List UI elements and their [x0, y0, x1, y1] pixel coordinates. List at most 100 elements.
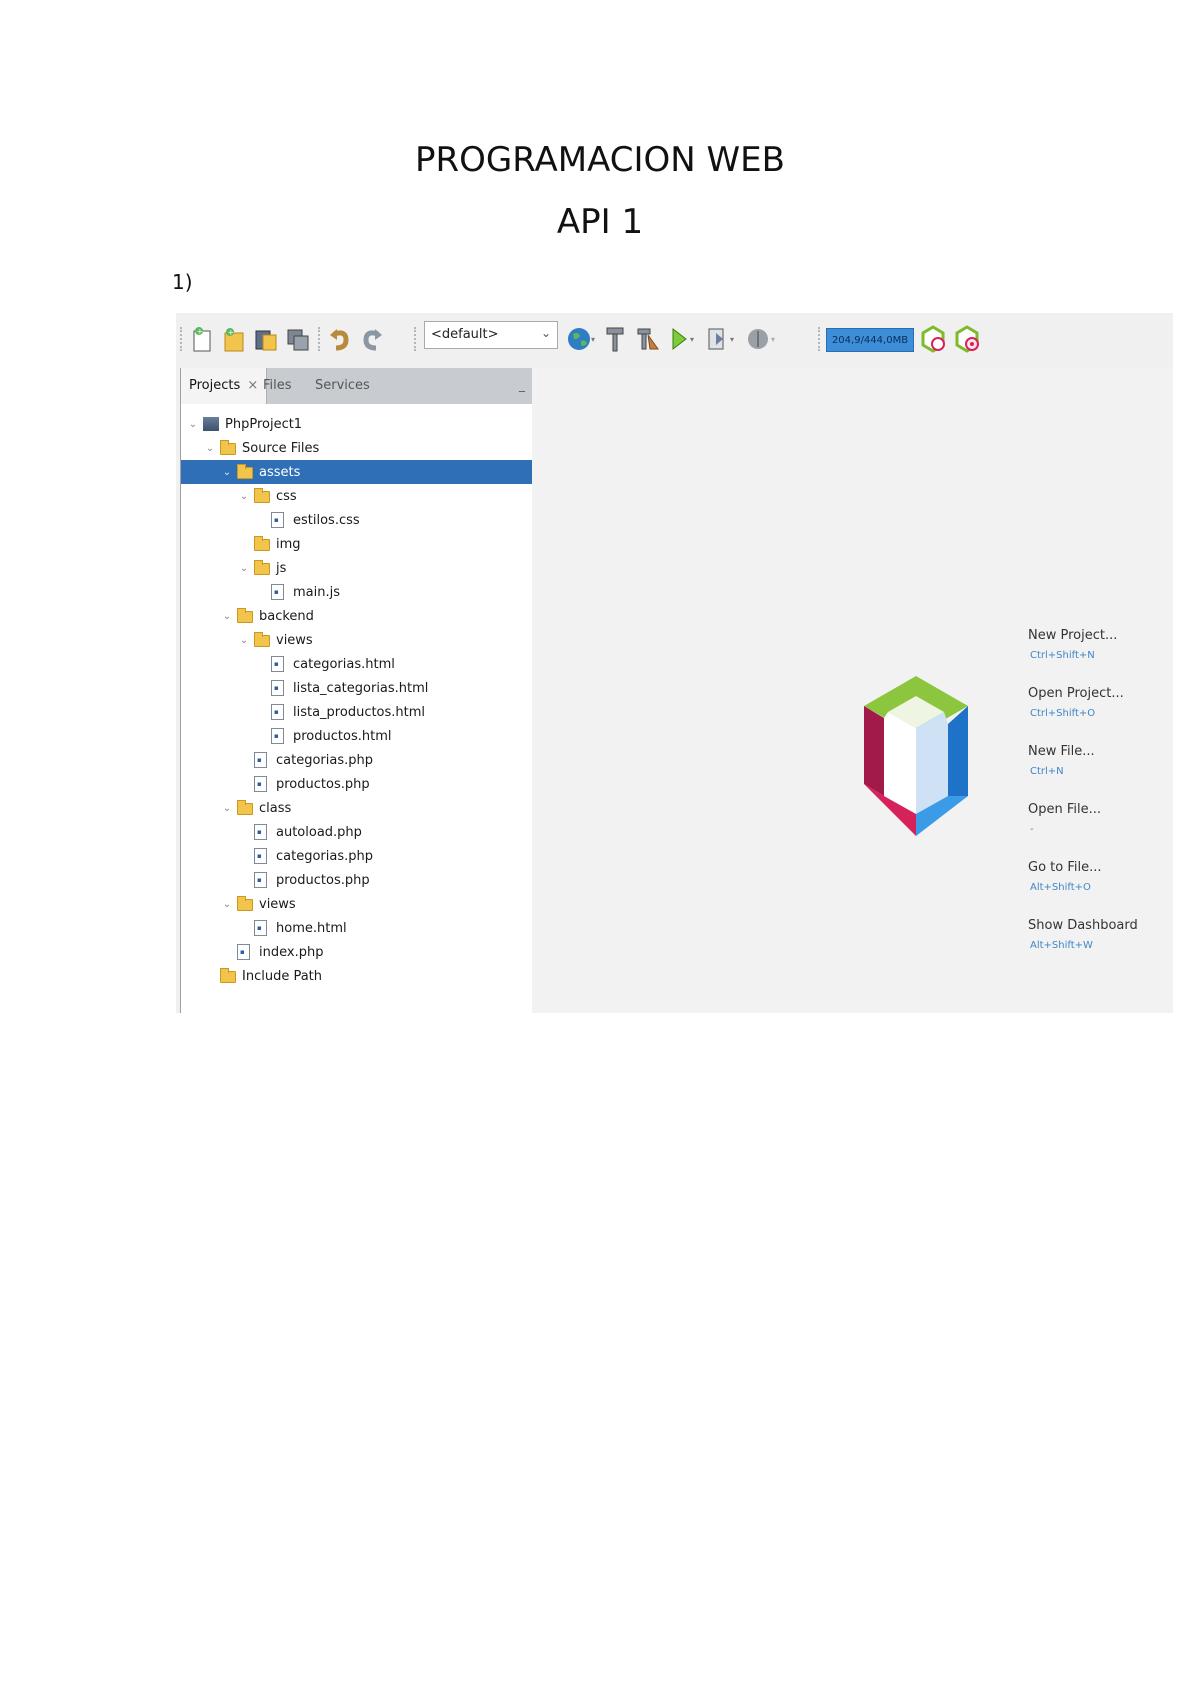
icon-shape [254, 560, 270, 575]
new-project-icon[interactable]: + [220, 323, 248, 355]
tab-projects-label: Projects [189, 378, 241, 393]
start-link[interactable]: New Project... [1028, 628, 1117, 643]
tree-item[interactable]: ▪ autoload.php [181, 820, 590, 844]
tree-item[interactable]: ⌄ assets [181, 460, 573, 484]
tree-item-label: class [259, 800, 292, 816]
tree-item[interactable]: ⌄ Source Files [181, 436, 556, 460]
toolbar-separator [818, 327, 821, 351]
profile-icon[interactable]: ▾ [744, 323, 780, 355]
tree-item-label: assets [259, 464, 301, 480]
start-link-shortcut: Ctrl+Shift+N [1030, 650, 1095, 661]
chevron-down-icon[interactable]: ⌄ [221, 803, 233, 814]
folder-icon [254, 536, 270, 552]
start-link[interactable]: Go to File... [1028, 860, 1102, 875]
minimize-icon[interactable]: _ [519, 378, 525, 392]
icon-shape [220, 440, 236, 455]
logo-left-face [864, 706, 884, 796]
memory-indicator[interactable]: 204,9/444,0MB [826, 328, 914, 352]
file-mark: ▪ [240, 948, 245, 956]
file-mark: ▪ [257, 780, 262, 788]
tree-item[interactable]: Include Path [181, 964, 556, 988]
toolbar: + + <default> ⌄ ▾ ▾ ▾ ▾ 204,9/444,0MB [176, 313, 1173, 368]
panel-tabs: Projects × Files Services _ [181, 368, 533, 404]
chevron-down-icon[interactable]: ⌄ [221, 611, 233, 622]
icon-shape: ▪ [271, 656, 284, 672]
tree-item[interactable]: ▪ categorias.php [181, 748, 590, 772]
tree-item-label: views [259, 896, 296, 912]
tree-item[interactable]: ⌄ PhpProject1 [181, 412, 539, 436]
build-icon[interactable] [602, 323, 628, 355]
gc-alt-icon[interactable] [952, 323, 982, 355]
gc-icon[interactable] [918, 323, 948, 355]
close-icon[interactable]: × [247, 378, 258, 393]
chevron-down-icon[interactable]: ⌄ [238, 635, 250, 646]
new-file-icon[interactable]: + [188, 323, 216, 355]
start-link[interactable]: Show Dashboard [1028, 918, 1138, 933]
save-all-icon[interactable] [284, 323, 312, 355]
icon-shape: ▪ [271, 584, 284, 600]
tree-item[interactable]: ▪ productos.php [181, 868, 590, 892]
icon-shape: ▪ [254, 824, 267, 840]
tree-item[interactable]: ⌄ views [181, 892, 573, 916]
tree-item-label: img [276, 536, 301, 552]
open-project-icon[interactable] [252, 323, 280, 355]
configuration-select[interactable]: <default> ⌄ [424, 321, 558, 349]
tree-item[interactable]: ▪ home.html [181, 916, 590, 940]
clean-build-icon[interactable] [632, 323, 662, 355]
icon-shape [237, 800, 253, 815]
icon-shape [254, 488, 270, 503]
tree-item-label: categorias.php [276, 752, 373, 768]
ide-screenshot: + + <default> ⌄ ▾ ▾ ▾ ▾ 204,9/444,0MB Pr… [176, 313, 1173, 1013]
tree-item[interactable]: ⌄ css [181, 484, 590, 508]
tab-projects[interactable]: Projects × [181, 368, 268, 404]
tree-item[interactable]: ⌄ class [181, 796, 573, 820]
folder-icon [220, 440, 236, 456]
tree-item[interactable]: ⌄ views [181, 628, 590, 652]
tree-item-label: estilos.css [293, 512, 360, 528]
file-icon: ▪ [271, 512, 287, 528]
document-title: PROGRAMACION WEB [415, 140, 785, 180]
tree-item[interactable]: ⌄ backend [181, 604, 573, 628]
icon-shape [237, 608, 253, 623]
redo-icon[interactable] [358, 323, 386, 355]
chevron-down-icon[interactable]: ⌄ [238, 563, 250, 574]
tree-item-label: js [276, 560, 287, 576]
icon-shape: ▪ [254, 920, 267, 936]
tree-item[interactable]: ▪ productos.php [181, 772, 590, 796]
folder-icon [254, 632, 270, 648]
file-icon: ▪ [254, 920, 270, 936]
svg-text:+: + [228, 328, 235, 337]
folder-icon [254, 560, 270, 576]
tree-item-label: Source Files [242, 440, 320, 456]
tree-item[interactable]: ▪ index.php [181, 940, 573, 964]
undo-icon[interactable] [326, 323, 354, 355]
tree-item-label: PhpProject1 [225, 416, 303, 432]
chevron-down-icon[interactable]: ⌄ [221, 899, 233, 910]
tab-files[interactable]: Files [263, 368, 292, 404]
tree-item-label: lista_productos.html [293, 704, 426, 720]
start-link[interactable]: Open File... [1028, 802, 1101, 817]
tab-services[interactable]: Services [315, 368, 370, 404]
start-link[interactable]: Open Project... [1028, 686, 1124, 701]
start-link[interactable]: New File... [1028, 744, 1095, 759]
project-icon [203, 416, 219, 432]
start-link-shortcut: - [1030, 824, 1034, 835]
icon-shape: ▪ [271, 728, 284, 744]
run-icon[interactable]: ▾ [666, 323, 700, 355]
file-mark: ▪ [257, 852, 262, 860]
chevron-down-icon[interactable]: ⌄ [187, 419, 199, 430]
document-subtitle: API 1 [556, 202, 644, 242]
tree-item[interactable]: img [181, 532, 590, 556]
netbeans-logo [864, 676, 968, 836]
configuration-value: <default> [431, 327, 499, 342]
chevron-down-icon[interactable]: ⌄ [221, 467, 233, 478]
tree-item[interactable]: ▪ categorias.php [181, 844, 590, 868]
chevron-down-icon[interactable]: ⌄ [204, 443, 216, 454]
tree-item[interactable]: ⌄ js [181, 556, 590, 580]
folder-icon [237, 608, 253, 624]
globe-icon[interactable]: ▾ [564, 323, 598, 355]
debug-icon[interactable]: ▾ [704, 323, 740, 355]
start-page: New Project... Ctrl+Shift+N Open Project..… [532, 368, 1173, 1013]
chevron-down-icon[interactable]: ⌄ [238, 491, 250, 502]
tree-item-label: index.php [259, 944, 324, 960]
